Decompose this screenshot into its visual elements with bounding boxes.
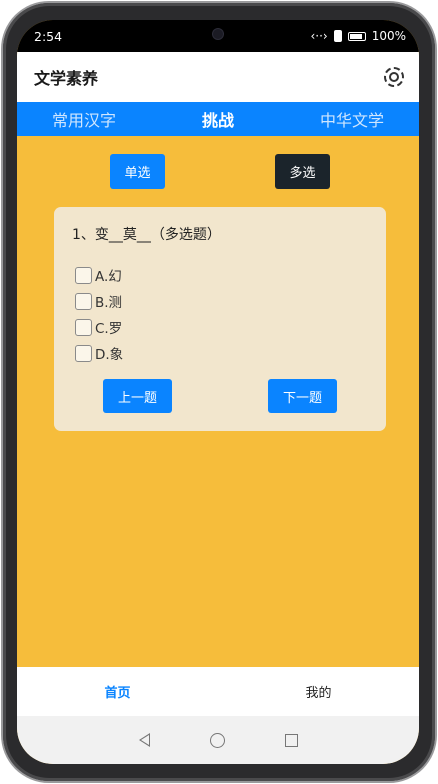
app-screen: 2:54 ‹··› 100% 文学素养 常用汉字 挑战 中华文学 单选 多选 1… [17,20,419,764]
alarm-icon [333,30,342,42]
tab-common-characters[interactable]: 常用汉字 [17,107,151,131]
battery-icon [347,31,366,41]
settings-icon[interactable] [383,66,405,88]
dots-icon: ‹··› [310,29,328,43]
settings-icon-inner [389,72,399,82]
option-a-checkbox[interactable] [75,266,92,284]
bottom-nav: 首页 我的 [17,667,419,716]
tab-bar: 常用汉字 挑战 中华文学 [17,102,419,136]
option-a[interactable]: A.幻 [75,262,123,288]
back-icon[interactable] [138,733,150,747]
status-bar: 2:54 ‹··› 100% [17,20,419,52]
option-d-label: D.象 [95,347,124,363]
home-icon[interactable] [209,732,225,748]
option-c-label: C.罗 [95,321,123,337]
recent-apps-icon[interactable] [284,733,298,747]
option-b[interactable]: B.测 [75,288,123,314]
question-card: 1、变__莫__（多选题） A.幻 B.测 C.罗 D.象 上一题 下一题 [54,207,386,431]
front-camera [213,29,223,39]
previous-question-button[interactable]: 上一题 [103,379,172,413]
bottom-nav-home[interactable]: 首页 [17,682,218,701]
option-b-label: B.测 [95,295,123,311]
option-b-checkbox[interactable] [75,292,92,310]
tab-chinese-literature[interactable]: 中华文学 [285,107,419,131]
next-question-button[interactable]: 下一题 [268,379,337,413]
bottom-nav-mine[interactable]: 我的 [218,682,419,701]
system-nav-bar [17,716,419,764]
option-a-label: A.幻 [95,269,122,285]
option-d-checkbox[interactable] [75,344,92,362]
single-choice-button[interactable]: 单选 [110,154,165,189]
question-text: 1、变__莫__（多选题） [72,227,221,243]
status-icons: ‹··› 100% [310,29,406,43]
options-list: A.幻 B.测 C.罗 D.象 [75,262,123,366]
option-d[interactable]: D.象 [75,340,123,366]
app-header: 文学素养 [17,52,419,102]
page-title: 文学素养 [34,69,99,88]
status-time: 2:54 [34,28,63,44]
option-c-checkbox[interactable] [75,318,92,336]
tab-challenge[interactable]: 挑战 [151,107,285,131]
multi-choice-button[interactable]: 多选 [275,154,330,189]
battery-level: 100% [371,29,406,43]
option-c[interactable]: C.罗 [75,314,123,340]
